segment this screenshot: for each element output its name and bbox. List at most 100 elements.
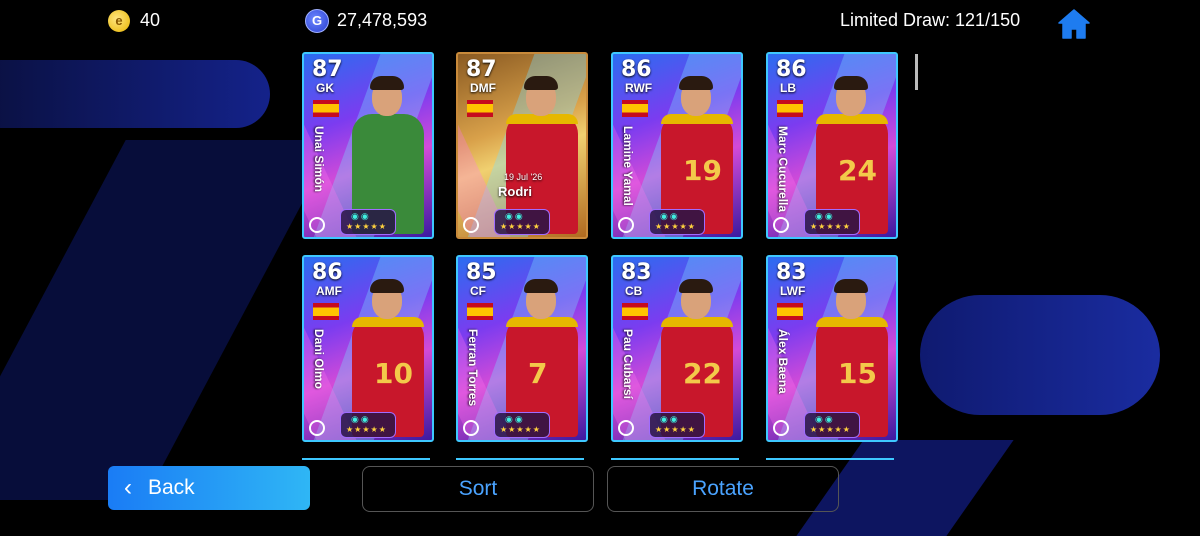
booster-icon: ◉◉: [815, 414, 835, 424]
spain-flag-icon: [777, 100, 803, 117]
back-button[interactable]: ‹ Back: [108, 466, 310, 510]
shirt-number: 22: [683, 357, 722, 390]
player-card[interactable]: 24 86 LB Marc Cucurella ◉◉ ★★★★★: [766, 52, 898, 239]
player-position: RWF: [625, 81, 653, 95]
player-rating: 86: [621, 57, 652, 82]
efootball-logo-icon: [309, 420, 325, 436]
player-position: AMF: [316, 284, 342, 298]
card-row-peek: [302, 458, 430, 464]
stars-icon: ★★★★★: [655, 222, 696, 231]
sort-button[interactable]: Sort: [362, 466, 594, 512]
player-name: Pau Cubarsí: [621, 329, 635, 400]
limited-draw-counter: Limited Draw: 121/150: [840, 10, 1021, 30]
spain-flag-icon: [467, 303, 493, 320]
skill-badge: ◉◉ ★★★★★: [494, 412, 550, 438]
stars-icon: ★★★★★: [810, 222, 851, 231]
player-rating: 87: [312, 57, 343, 82]
card-row-peek: [611, 458, 739, 464]
player-name: Marc Cucurella: [776, 126, 790, 213]
booster-icon: ◉◉: [351, 211, 371, 221]
card-row-peek: [456, 458, 584, 464]
player-rating: 86: [776, 57, 807, 82]
shirt-number: 19: [683, 154, 722, 187]
player-position: CB: [625, 284, 643, 298]
rotate-button[interactable]: Rotate: [607, 466, 839, 512]
home-button[interactable]: [1057, 8, 1091, 40]
player-position: LWF: [780, 284, 806, 298]
shirt-number: 7: [528, 357, 548, 390]
efootball-logo-icon: [773, 420, 789, 436]
spain-flag-icon: [622, 100, 648, 117]
skill-badge: ◉◉ ★★★★★: [340, 412, 396, 438]
gp-icon: G: [305, 9, 329, 33]
spain-flag-icon: [777, 303, 803, 320]
stars-icon: ★★★★★: [346, 425, 387, 434]
shirt-number: 15: [838, 357, 877, 390]
player-rating: 86: [312, 260, 343, 285]
player-card-grid: 87 GK Unai Simón ◉◉ ★★★★★ 87 DMF 19 Jul …: [302, 52, 902, 458]
efootball-logo-icon: [773, 217, 789, 233]
player-card[interactable]: 10 86 AMF Dani Olmo ◉◉ ★★★★★: [302, 255, 434, 442]
bg-decor: [0, 60, 270, 128]
player-name: Unai Simón: [312, 126, 326, 193]
spain-flag-icon: [467, 100, 493, 117]
player-rating: 87: [466, 57, 497, 82]
stars-icon: ★★★★★: [500, 425, 541, 434]
player-position: LB: [780, 81, 796, 95]
player-name: Ferran Torres: [466, 329, 480, 407]
player-rating: 85: [466, 260, 497, 285]
bg-decor: [0, 140, 336, 500]
skill-badge: ◉◉ ★★★★★: [340, 209, 396, 235]
player-position: DMF: [470, 81, 496, 95]
player-card[interactable]: 87 GK Unai Simón ◉◉ ★★★★★: [302, 52, 434, 239]
coin-icon: e: [108, 10, 130, 32]
skill-badge: ◉◉ ★★★★★: [494, 209, 550, 235]
player-name: Rodri: [498, 184, 532, 199]
booster-icon: ◉◉: [505, 211, 525, 221]
skill-badge: ◉◉ ★★★★★: [649, 412, 705, 438]
player-card[interactable]: 22 83 CB Pau Cubarsí ◉◉ ★★★★★: [611, 255, 743, 442]
shirt-number: 10: [374, 357, 413, 390]
player-rating: 83: [776, 260, 807, 285]
top-bar: e 40 G 27,478,593 Limited Draw: 121/150: [0, 0, 1200, 44]
booster-icon: ◉◉: [815, 211, 835, 221]
efootball-logo-icon: [618, 217, 634, 233]
player-position: GK: [316, 81, 334, 95]
skill-badge: ◉◉ ★★★★★: [804, 412, 860, 438]
chevron-left-icon: ‹: [124, 474, 132, 501]
booster-icon: ◉◉: [505, 414, 525, 424]
player-card[interactable]: 19 86 RWF Lamine Yamal ◉◉ ★★★★★: [611, 52, 743, 239]
skill-badge: ◉◉ ★★★★★: [649, 209, 705, 235]
player-rating: 83: [621, 260, 652, 285]
spain-flag-icon: [313, 303, 339, 320]
player-name: Dani Olmo: [312, 329, 326, 390]
player-card[interactable]: 87 DMF 19 Jul '26 Rodri ◉◉ ★★★★★: [456, 52, 588, 239]
player-card[interactable]: 15 83 LWF Álex Baena ◉◉ ★★★★★: [766, 255, 898, 442]
efootball-logo-icon: [309, 217, 325, 233]
stars-icon: ★★★★★: [346, 222, 387, 231]
player-position: CF: [470, 284, 486, 298]
back-label: Back: [148, 476, 195, 499]
shirt-number: 24: [838, 154, 877, 187]
player-card[interactable]: 7 85 CF Ferran Torres ◉◉ ★★★★★: [456, 255, 588, 442]
stars-icon: ★★★★★: [655, 425, 696, 434]
home-icon: [1058, 9, 1090, 39]
stars-icon: ★★★★★: [810, 425, 851, 434]
spain-flag-icon: [313, 100, 339, 117]
card-row-peek: [766, 458, 894, 464]
efootball-logo-icon: [463, 420, 479, 436]
spain-flag-icon: [622, 303, 648, 320]
player-name: Álex Baena: [776, 329, 790, 394]
efootball-logo-icon: [618, 420, 634, 436]
skill-badge: ◉◉ ★★★★★: [804, 209, 860, 235]
booster-icon: ◉◉: [351, 414, 371, 424]
coin-balance: 40: [140, 10, 161, 30]
booster-icon: ◉◉: [660, 211, 680, 221]
scrollbar[interactable]: [915, 54, 918, 90]
efootball-logo-icon: [463, 217, 479, 233]
card-date: 19 Jul '26: [504, 172, 543, 182]
booster-icon: ◉◉: [660, 414, 680, 424]
bg-decor: [920, 295, 1160, 415]
player-name: Lamine Yamal: [621, 126, 635, 206]
stars-icon: ★★★★★: [500, 222, 541, 231]
